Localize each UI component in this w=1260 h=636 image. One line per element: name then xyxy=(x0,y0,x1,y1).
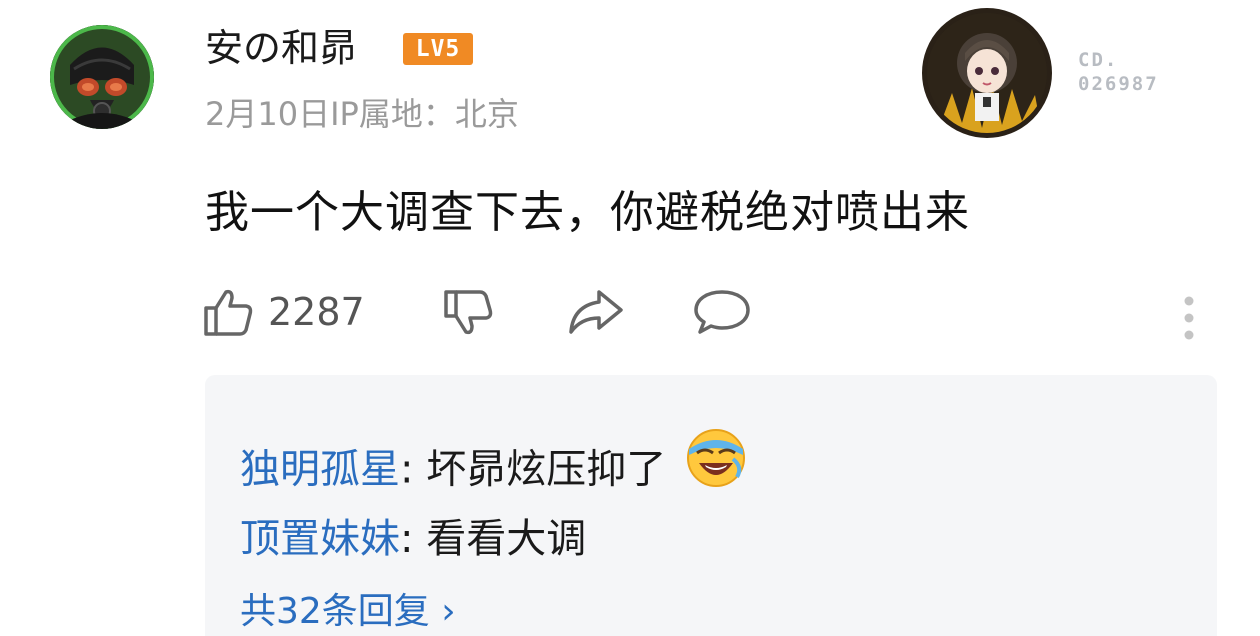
thumbs-up-icon xyxy=(204,289,253,336)
user-avatar[interactable] xyxy=(50,25,154,129)
reply-item[interactable]: 顶置妹妹: 看看大调 xyxy=(240,511,586,567)
comment-bubble-icon xyxy=(694,290,750,334)
like-count: 2287 xyxy=(268,290,365,334)
level-badge: LV5 xyxy=(403,33,473,65)
username[interactable]: 安の和昴 xyxy=(205,22,357,74)
avatar-pendant[interactable] xyxy=(922,8,1052,138)
reply-colon: : xyxy=(400,446,427,493)
view-all-replies-link[interactable]: 共32条回复 › xyxy=(240,587,456,636)
reply-text: 坏昴炫压抑了 xyxy=(426,446,667,493)
replies-panel[interactable]: 独明孤星: 坏昴炫压抑了 顶置妹妹: 看看大调 共32条回复 › xyxy=(205,375,1217,636)
reply-text: 看看大调 xyxy=(426,516,587,562)
dislike-button[interactable] xyxy=(440,280,496,344)
reply-author[interactable]: 独明孤星 xyxy=(240,447,400,493)
comment-meta: 2月10日IP属地：北京 xyxy=(205,92,519,136)
reply-button[interactable] xyxy=(692,280,752,344)
share-arrow-icon xyxy=(569,290,623,334)
reply-author[interactable]: 顶置妹妹 xyxy=(240,516,400,562)
gas-mask-avatar-icon xyxy=(50,25,154,129)
comment-text: 我一个大调查下去，你避税绝对喷出来 xyxy=(205,187,970,238)
more-options-button[interactable] xyxy=(1178,286,1200,350)
reply-colon: : xyxy=(400,516,427,562)
laughing-crying-emoji-icon xyxy=(685,427,747,504)
comment-date: 2月10日 xyxy=(205,95,331,133)
anime-girl-pendant-icon xyxy=(927,13,1047,133)
share-button[interactable] xyxy=(565,280,627,344)
ip-location: IP属地：北京 xyxy=(330,95,519,133)
pendant-code-line2: 026987 xyxy=(1078,73,1159,95)
like-button[interactable]: 2287 xyxy=(200,280,365,344)
pendant-code-line1: CD. xyxy=(1078,49,1119,71)
pendant-code: CD. 026987 xyxy=(1078,48,1159,96)
comment-card: 安の和昴 LV5 2月10日IP属地：北京 CD. 026987 我一个大调查下… xyxy=(0,0,1260,636)
action-bar: 2287 xyxy=(200,280,1220,344)
thumbs-down-icon xyxy=(444,290,493,335)
vertical-dots-icon xyxy=(1184,296,1194,340)
reply-item[interactable]: 独明孤星: 坏昴炫压抑了 xyxy=(240,429,747,510)
